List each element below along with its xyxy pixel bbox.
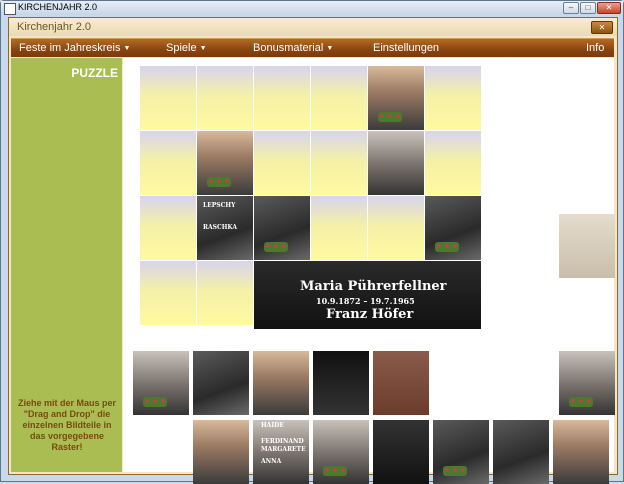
puzzle-piece[interactable] — [553, 420, 609, 484]
piece-text: FERDINAND — [261, 438, 304, 445]
piece-text: MARGARETE — [261, 446, 306, 453]
grid-cell[interactable] — [197, 66, 253, 130]
inscription-line: Maria Pührerfellner — [300, 279, 447, 294]
sidebar: PUZZLE Ziehe mit der Maus per "Drag and … — [11, 58, 122, 472]
grid-cell[interactable] — [140, 261, 196, 325]
inscription-line: Franz Höfer — [326, 307, 414, 322]
inscription-line: 10.9.1872 – 19.7.1965 — [316, 296, 415, 306]
menu-bar: Feste im Jahreskreis ▼ Spiele ▼ Bonusmater… — [11, 38, 614, 57]
menu-feste[interactable]: Feste im Jahreskreis ▼ — [19, 42, 130, 54]
app-titlebar: Kirchenjahr 2.0 ✕ — [9, 18, 617, 36]
puzzle-piece[interactable]: HAIDE FERDINAND MARGARETE ANNA — [253, 420, 309, 484]
piece-text: ANNA — [261, 458, 282, 465]
application-window: KIRCHENJAHR 2.0 – □ ✕ Kirchenjahr 2.0 ✕ … — [0, 0, 624, 484]
puzzle-piece[interactable] — [559, 214, 615, 278]
puzzle-piece[interactable]: LEPSCHY RASCHKA — [197, 196, 253, 260]
instruction-text: Ziehe mit der Maus per "Drag and Drop" d… — [17, 398, 117, 452]
grid-cell[interactable] — [254, 66, 310, 130]
grid-cell[interactable] — [368, 196, 424, 260]
grid-cell[interactable] — [140, 131, 196, 195]
piece-text: LEPSCHY — [203, 202, 236, 209]
chevron-down-icon: ▼ — [326, 45, 334, 52]
grid-cell[interactable] — [311, 66, 367, 130]
app-title: Kirchenjahr 2.0 — [17, 21, 91, 33]
menu-bonusmaterial[interactable]: Bonusmaterial ▼ — [253, 42, 333, 54]
menu-einstellungen[interactable]: Einstellungen — [373, 42, 439, 54]
piece-text: RASCHKA — [203, 224, 238, 231]
piece-text: HAIDE — [261, 422, 284, 429]
grid-cell[interactable] — [311, 196, 367, 260]
app-frame: Kirchenjahr 2.0 ✕ Feste im Jahreskreis ▼ … — [8, 17, 618, 484]
app-close-button[interactable]: ✕ — [591, 21, 613, 34]
puzzle-area: LEPSCHY RASCHKA Maria Pührerfellner 10.9… — [123, 58, 615, 484]
puzzle-piece[interactable] — [193, 351, 249, 415]
grid-cell[interactable] — [197, 261, 253, 325]
menu-feste-label: Feste im Jahreskreis — [19, 42, 121, 54]
puzzle-piece[interactable] — [368, 131, 424, 195]
close-button[interactable]: ✕ — [597, 2, 621, 14]
menu-spiele-label: Spiele — [166, 42, 197, 54]
minimize-button[interactable]: – — [563, 2, 579, 14]
menu-bonusmaterial-label: Bonusmaterial — [253, 42, 324, 54]
puzzle-piece[interactable] — [197, 131, 253, 195]
app-icon — [4, 3, 16, 15]
grid-cell[interactable] — [140, 66, 196, 130]
menu-info[interactable]: Info — [586, 42, 604, 54]
maximize-button[interactable]: □ — [580, 2, 596, 14]
puzzle-piece[interactable] — [493, 420, 549, 484]
grid-cell[interactable] — [254, 131, 310, 195]
menu-spiele[interactable]: Spiele ▼ — [166, 42, 207, 54]
grid-cell[interactable] — [140, 196, 196, 260]
grid-cell[interactable] — [425, 131, 481, 195]
grid-cell[interactable] — [311, 131, 367, 195]
puzzle-piece[interactable] — [133, 351, 189, 415]
puzzle-piece[interactable] — [253, 351, 309, 415]
placed-pieces-inscription[interactable]: Maria Pührerfellner 10.9.1872 – 19.7.196… — [254, 261, 481, 329]
chevron-down-icon: ▼ — [123, 45, 131, 52]
puzzle-piece[interactable] — [193, 420, 249, 484]
puzzle-piece[interactable] — [368, 66, 424, 130]
puzzle-piece[interactable] — [425, 196, 481, 260]
puzzle-piece[interactable] — [373, 420, 429, 484]
window-titlebar[interactable]: KIRCHENJAHR 2.0 – □ ✕ — [1, 1, 623, 15]
grid-cell[interactable] — [425, 66, 481, 130]
puzzle-piece[interactable] — [373, 351, 429, 415]
puzzle-piece[interactable] — [313, 420, 369, 484]
puzzle-piece[interactable] — [559, 351, 615, 415]
puzzle-piece[interactable] — [433, 420, 489, 484]
puzzle-piece[interactable] — [254, 196, 310, 260]
chevron-down-icon: ▼ — [199, 45, 207, 52]
window-title: KIRCHENJAHR 2.0 — [18, 2, 98, 12]
puzzle-piece[interactable] — [313, 351, 369, 415]
page-title: PUZZLE — [71, 66, 118, 80]
